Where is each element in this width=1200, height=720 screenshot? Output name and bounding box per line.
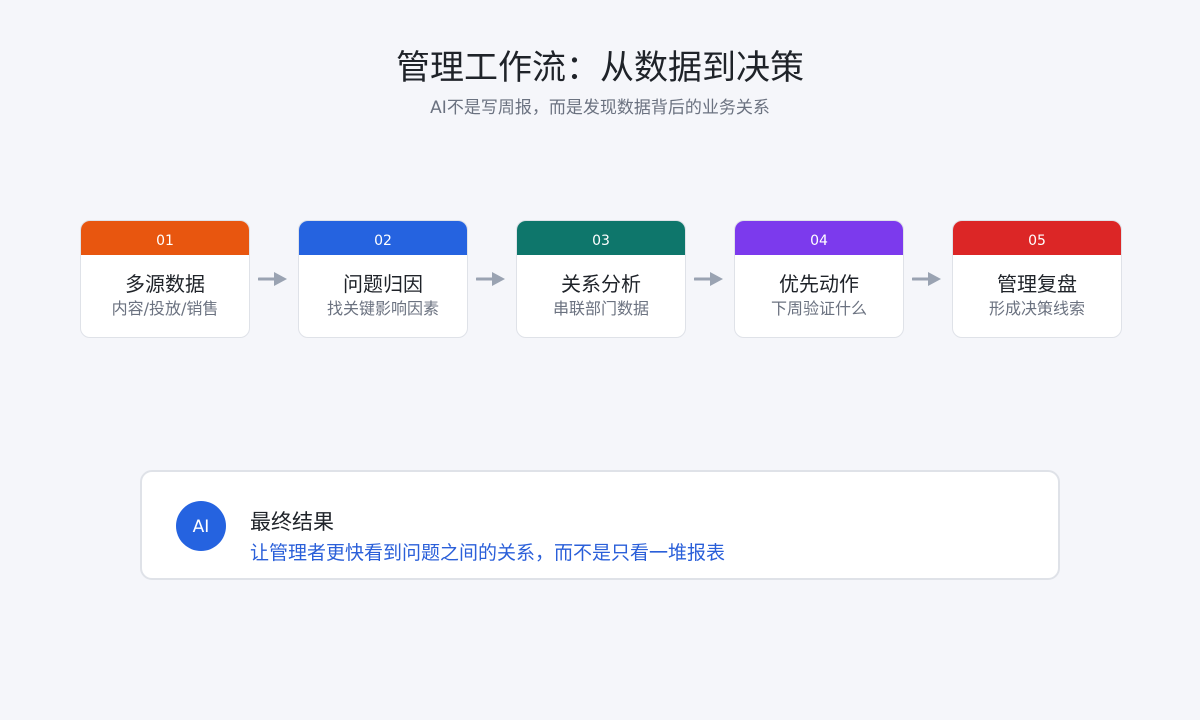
step-title-5: 管理复盘 bbox=[997, 272, 1077, 296]
arrow-right-icon bbox=[258, 272, 287, 286]
step-number-2: 02 bbox=[299, 221, 467, 255]
step-title-3: 关系分析 bbox=[561, 272, 641, 296]
step-number-3: 03 bbox=[517, 221, 685, 255]
result-title: 最终结果 bbox=[250, 510, 334, 534]
step-title-2: 问题归因 bbox=[343, 272, 423, 296]
step-subtitle-4: 下周验证什么 bbox=[770, 299, 867, 318]
step-card-1: 01 多源数据 内容/投放/销售 bbox=[80, 220, 250, 338]
step-subtitle-3: 串联部门数据 bbox=[552, 299, 649, 318]
ai-avatar: AI bbox=[176, 501, 226, 551]
arrow-right-icon bbox=[476, 272, 505, 286]
arrow-right-icon bbox=[694, 272, 723, 286]
page-subtitle: AI不是写周报，而是发现数据背后的业务关系 bbox=[430, 98, 770, 118]
step-number-4: 04 bbox=[735, 221, 903, 255]
page-title: 管理工作流：从数据到决策 bbox=[396, 48, 804, 88]
step-number-5: 05 bbox=[953, 221, 1121, 255]
step-number-1: 01 bbox=[81, 221, 249, 255]
step-title-1: 多源数据 bbox=[125, 272, 205, 296]
step-title-4: 优先动作 bbox=[779, 272, 859, 296]
step-card-4: 04 优先动作 下周验证什么 bbox=[734, 220, 904, 338]
step-subtitle-5: 形成决策线索 bbox=[988, 299, 1085, 318]
result-card: AI 最终结果 让管理者更快看到问题之间的关系，而不是只看一堆报表 bbox=[140, 470, 1060, 580]
step-card-5: 05 管理复盘 形成决策线索 bbox=[952, 220, 1122, 338]
arrow-right-icon bbox=[912, 272, 941, 286]
result-text: 让管理者更快看到问题之间的关系，而不是只看一堆报表 bbox=[250, 542, 726, 564]
step-subtitle-1: 内容/投放/销售 bbox=[111, 299, 219, 318]
step-card-2: 02 问题归因 找关键影响因素 bbox=[298, 220, 468, 338]
step-subtitle-2: 找关键影响因素 bbox=[326, 299, 439, 318]
step-card-3: 03 关系分析 串联部门数据 bbox=[516, 220, 686, 338]
